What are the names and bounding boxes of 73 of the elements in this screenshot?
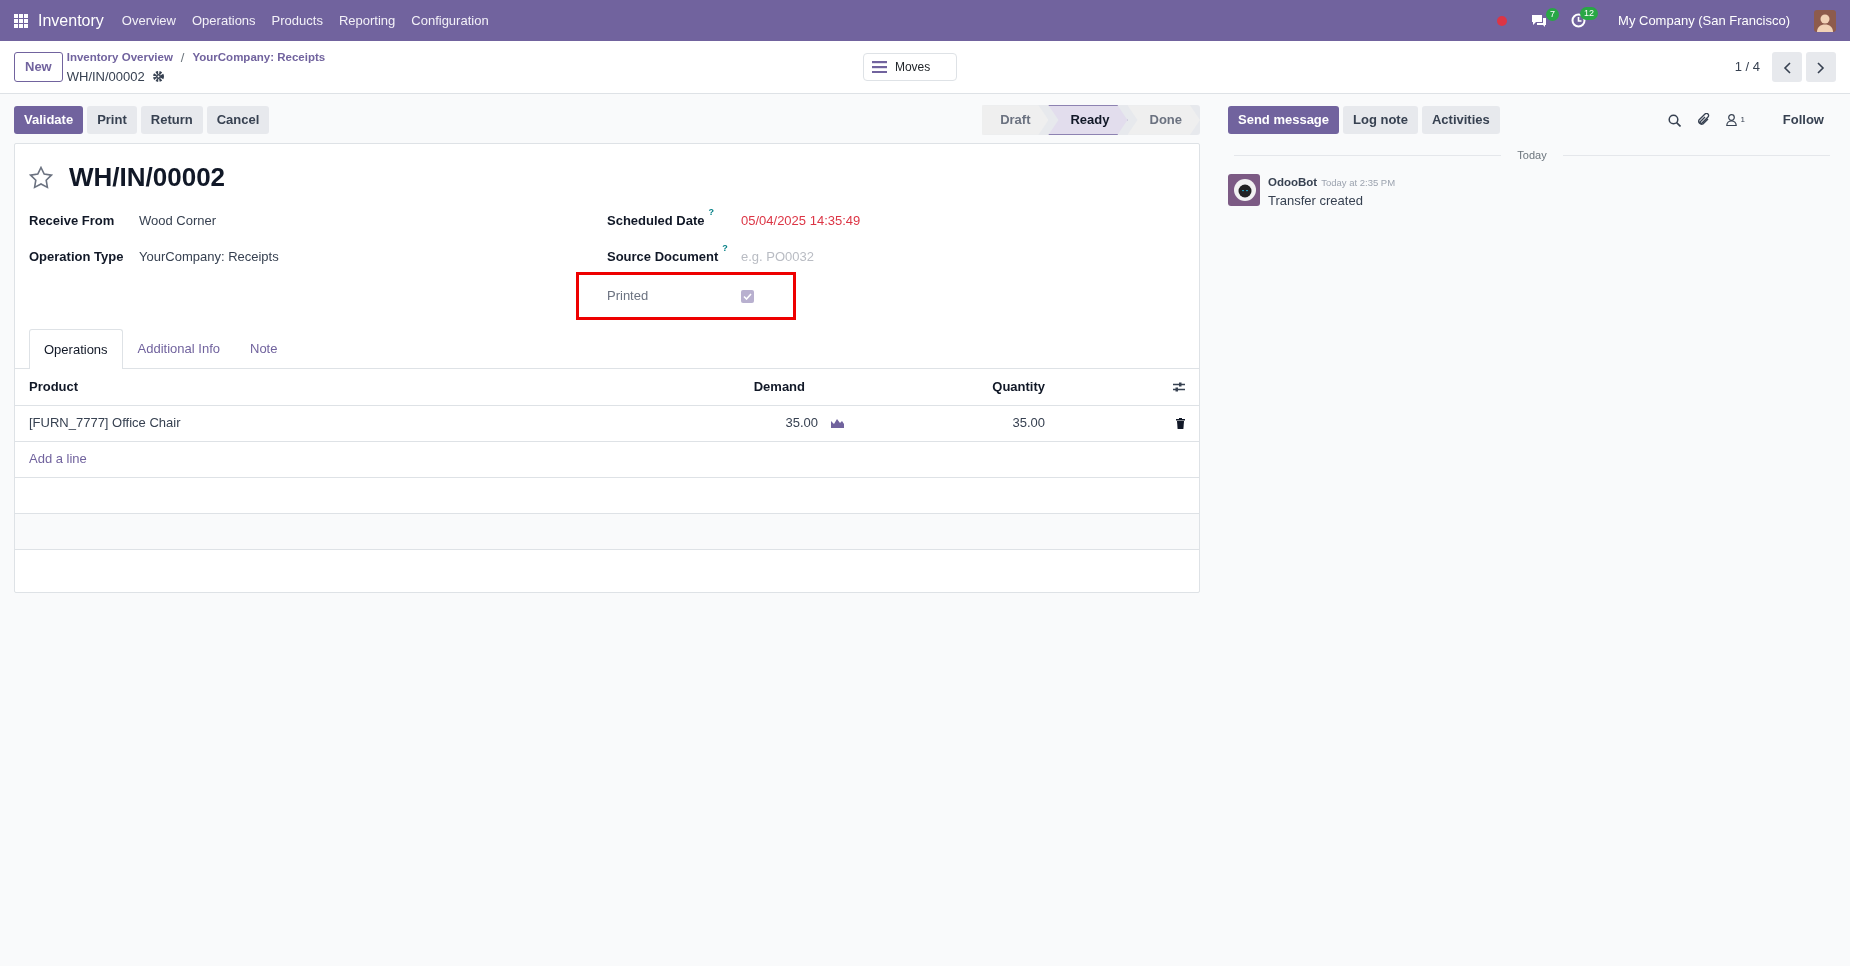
message-author: OdooBot	[1268, 174, 1318, 190]
moves-button[interactable]: Moves	[862, 53, 957, 81]
chevron-right-icon	[1817, 61, 1825, 74]
list-icon	[871, 61, 887, 73]
message-time: Today at 2:35 PM	[1321, 175, 1396, 190]
apps-menu-icon[interactable]	[14, 13, 28, 28]
printed-checkbox[interactable]	[741, 289, 754, 303]
column-settings-icon[interactable]	[1173, 382, 1185, 393]
chatter-button[interactable]: Activities	[1421, 106, 1500, 134]
field-label: Receive From	[29, 212, 116, 231]
trash-icon[interactable]	[1176, 418, 1185, 430]
column-header[interactable]: Demand	[685, 376, 805, 397]
user-avatar-icon[interactable]	[1814, 9, 1836, 32]
company-switcher[interactable]: My Company (San Francisco)	[1618, 10, 1790, 31]
favorite-star-icon[interactable]	[29, 166, 53, 189]
menu-item[interactable]: Operations	[184, 10, 264, 31]
gear-icon[interactable]	[152, 71, 164, 83]
add-line-link[interactable]: Add a line	[29, 449, 87, 469]
breadcrumb-link[interactable]: Inventory Overview	[66, 48, 173, 66]
status-dot-icon	[1497, 15, 1508, 26]
date-separator: Today	[1517, 148, 1547, 163]
field-value[interactable]: 05/04/2025 14:35:49	[741, 211, 861, 231]
follow-button[interactable]: Follow	[1776, 109, 1830, 131]
next-button[interactable]	[1806, 52, 1836, 82]
chevron-left-icon	[1783, 61, 1791, 74]
help-icon[interactable]: ?	[722, 243, 728, 254]
table-cell-text: [FURN_7777] Office Chair	[29, 414, 182, 433]
activity-count-badge: 12	[1580, 7, 1599, 20]
pager-value: 1 / 4	[1734, 58, 1760, 77]
record-title: WH/IN/00002	[69, 161, 226, 194]
field-label: Operation Type	[29, 248, 125, 267]
field-label: Printed	[607, 287, 650, 306]
followers-button[interactable]: 1	[1726, 114, 1745, 126]
field-label: Source Document	[607, 249, 719, 265]
field-value[interactable]: Wood Corner	[139, 211, 217, 231]
breadcrumb-separator: /	[180, 48, 185, 67]
chat-icon[interactable]	[1531, 13, 1548, 28]
search-icon[interactable]	[1668, 113, 1682, 127]
message-count-badge: 7	[1546, 7, 1560, 21]
field-label: Scheduled Date	[607, 213, 705, 229]
forecast-chart-icon[interactable]	[831, 418, 844, 428]
tab[interactable]: Operations	[29, 329, 123, 369]
tab[interactable]: Additional Info	[122, 329, 235, 368]
previous-button[interactable]	[1772, 52, 1802, 82]
menu-item[interactable]: Overview	[113, 10, 184, 31]
action-button[interactable]: Cancel	[206, 106, 270, 134]
menu-item[interactable]: Reporting	[330, 10, 404, 31]
stage-button[interactable]: Ready	[1048, 105, 1128, 135]
menu-item[interactable]: Configuration	[403, 10, 497, 31]
tab[interactable]: Note	[235, 329, 293, 368]
checkmark-icon	[743, 292, 752, 300]
field-value[interactable]: YourCompany: Receipts	[139, 247, 279, 267]
person-icon	[1726, 114, 1738, 126]
breadcrumb-link[interactable]: YourCompany: Receipts	[192, 48, 326, 66]
action-button[interactable]: Validate	[14, 106, 84, 134]
new-button[interactable]: New	[14, 52, 63, 82]
chatter-button[interactable]: Send message	[1228, 106, 1340, 134]
action-button[interactable]: Return	[140, 106, 203, 134]
table-cell-text: 35.00	[784, 414, 818, 433]
help-icon[interactable]: ?	[708, 207, 715, 218]
app-name[interactable]: Inventory	[38, 8, 104, 33]
chatter-button[interactable]: Log note	[1343, 106, 1418, 134]
stage-button[interactable]: Done	[1127, 105, 1200, 135]
stage-button[interactable]: Draft	[982, 105, 1049, 135]
record-name: WH/IN/00002	[66, 68, 145, 86]
table-cell-text: 35.00	[1011, 414, 1045, 433]
column-header[interactable]: Quantity	[805, 376, 1045, 397]
column-header[interactable]: Product	[29, 376, 685, 397]
paperclip-icon[interactable]	[1697, 113, 1711, 127]
message-body: Transfer created	[1268, 191, 1364, 210]
bot-avatar-icon	[1228, 173, 1260, 206]
action-button[interactable]: Print	[87, 106, 137, 134]
menu-item[interactable]: Products	[263, 10, 331, 31]
